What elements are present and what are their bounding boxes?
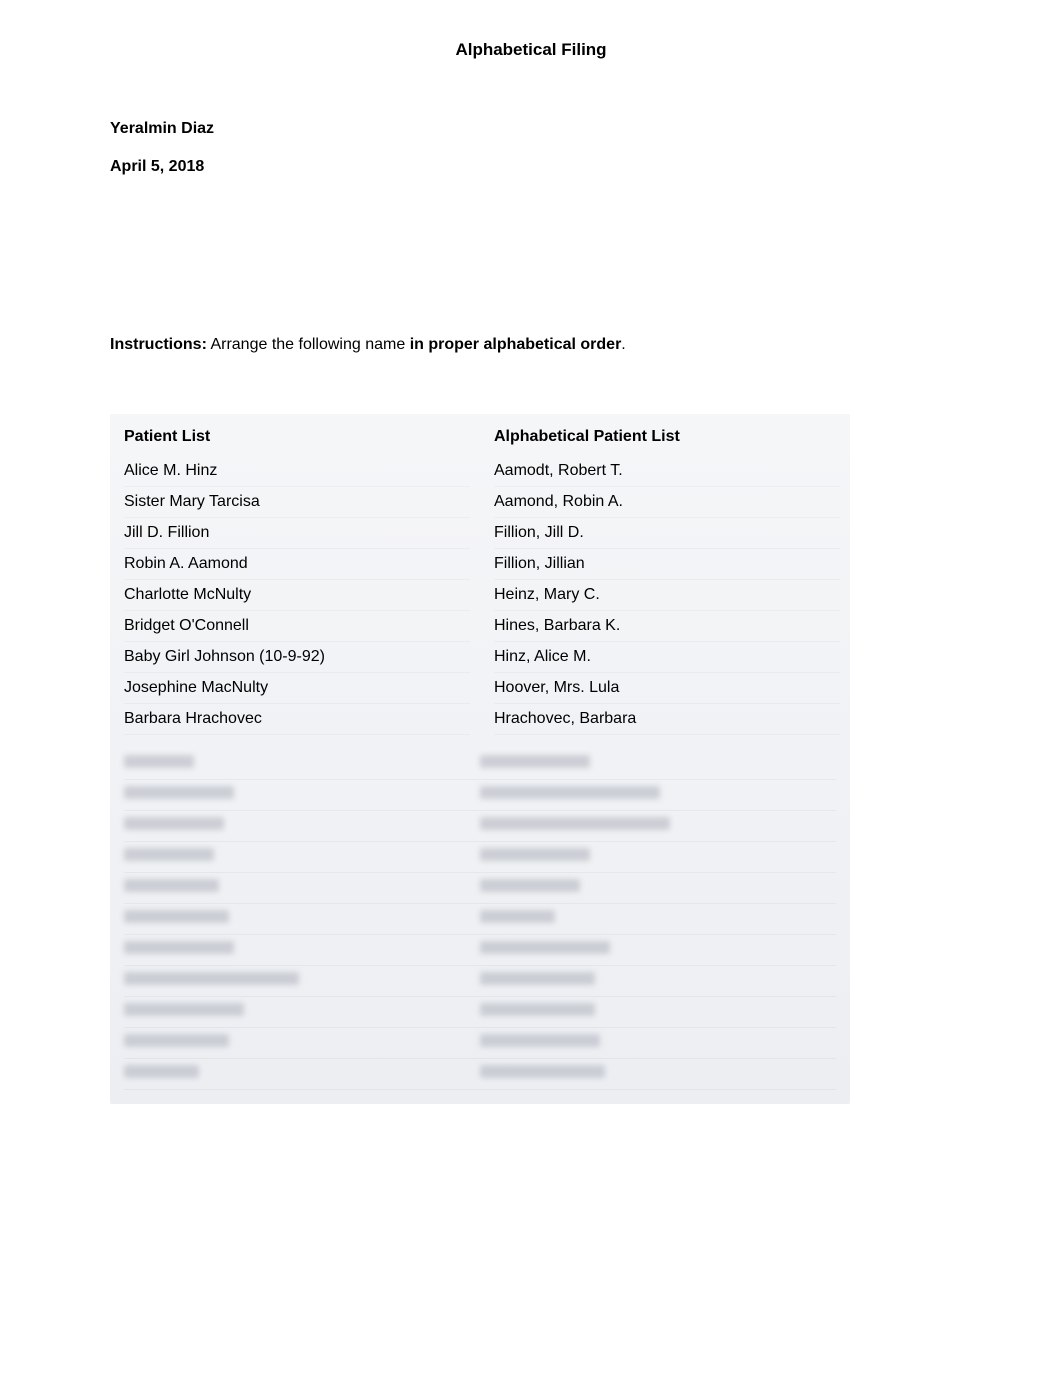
list-item: Heinz, Mary C. xyxy=(494,580,840,611)
blurred-row xyxy=(124,1028,836,1059)
blurred-cell xyxy=(124,941,480,959)
blurred-cell xyxy=(480,817,836,835)
list-item: Fillion, Jill D. xyxy=(494,518,840,549)
blurred-text xyxy=(124,848,214,861)
blurred-text xyxy=(124,817,224,830)
alphabetical-list-header: Alphabetical Patient List xyxy=(494,428,840,456)
instructions-suffix: . xyxy=(621,336,625,353)
blurred-text xyxy=(124,941,234,954)
patient-list-column: Patient List Alice M. Hinz Sister Mary T… xyxy=(110,414,480,749)
patient-table: Patient List Alice M. Hinz Sister Mary T… xyxy=(110,414,850,1104)
list-item: Alice M. Hinz xyxy=(124,456,470,487)
blurred-text xyxy=(480,972,595,985)
blurred-cell xyxy=(480,755,836,773)
list-item: Sister Mary Tarcisa xyxy=(124,487,470,518)
blurred-cell xyxy=(480,941,836,959)
blurred-cell xyxy=(480,972,836,990)
blurred-cell xyxy=(480,1003,836,1021)
blurred-row xyxy=(124,966,836,997)
instructions-body: Arrange the following name xyxy=(207,336,410,353)
blurred-cell xyxy=(124,1065,480,1083)
list-item: Aamodt, Robert T. xyxy=(494,456,840,487)
list-item: Fillion, Jillian xyxy=(494,549,840,580)
blurred-cell xyxy=(480,879,836,897)
list-item: Robin A. Aamond xyxy=(124,549,470,580)
blurred-row xyxy=(124,873,836,904)
blurred-cell xyxy=(124,786,480,804)
blurred-text xyxy=(124,1034,229,1047)
list-item: Hinz, Alice M. xyxy=(494,642,840,673)
blurred-row xyxy=(124,997,836,1028)
blurred-text xyxy=(124,1003,244,1016)
blurred-text xyxy=(480,1034,600,1047)
blurred-cell xyxy=(124,848,480,866)
blurred-text xyxy=(124,755,194,768)
blurred-text xyxy=(480,786,660,799)
instructions-label: Instructions: xyxy=(110,336,207,353)
blurred-text xyxy=(124,879,219,892)
blurred-cell xyxy=(480,848,836,866)
blurred-cell xyxy=(124,1034,480,1052)
blurred-text xyxy=(480,1065,605,1078)
blurred-cell xyxy=(124,972,480,990)
blurred-text xyxy=(480,879,580,892)
blurred-text xyxy=(124,972,299,985)
blurred-content xyxy=(110,749,850,1104)
blurred-row xyxy=(124,842,836,873)
blurred-row xyxy=(124,811,836,842)
blurred-cell xyxy=(480,1034,836,1052)
blurred-text xyxy=(124,910,229,923)
blurred-text xyxy=(124,786,234,799)
blurred-cell xyxy=(124,755,480,773)
list-item: Jill D. Fillion xyxy=(124,518,470,549)
blurred-cell xyxy=(124,817,480,835)
blurred-row xyxy=(124,1059,836,1090)
patient-list-header: Patient List xyxy=(124,428,470,456)
list-item: Charlotte McNulty xyxy=(124,580,470,611)
list-item: Aamond, Robin A. xyxy=(494,487,840,518)
list-item: Barbara Hrachovec xyxy=(124,704,470,735)
blurred-cell xyxy=(480,786,836,804)
blurred-cell xyxy=(124,879,480,897)
blurred-text xyxy=(124,1065,199,1078)
alphabetical-list-column: Alphabetical Patient List Aamodt, Robert… xyxy=(480,414,850,749)
blurred-cell xyxy=(480,1065,836,1083)
instructions-text: Instructions: Arrange the following name… xyxy=(110,336,952,354)
list-item: Hines, Barbara K. xyxy=(494,611,840,642)
list-item: Hoover, Mrs. Lula xyxy=(494,673,840,704)
blurred-text xyxy=(480,817,670,830)
blurred-cell xyxy=(124,910,480,928)
list-item: Josephine MacNulty xyxy=(124,673,470,704)
author-name: Yeralmin Diaz xyxy=(110,120,952,138)
blurred-cell xyxy=(124,1003,480,1021)
blurred-text xyxy=(480,941,610,954)
blurred-text xyxy=(480,1003,595,1016)
list-item: Hrachovec, Barbara xyxy=(494,704,840,735)
blurred-row xyxy=(124,904,836,935)
blurred-cell xyxy=(480,910,836,928)
blurred-row xyxy=(124,780,836,811)
blurred-row xyxy=(124,749,836,780)
document-date: April 5, 2018 xyxy=(110,158,952,176)
blurred-row xyxy=(124,935,836,966)
blurred-text xyxy=(480,755,590,768)
blurred-text xyxy=(480,910,555,923)
instructions-emphasis: in proper alphabetical order xyxy=(410,336,622,353)
list-item: Baby Girl Johnson (10-9-92) xyxy=(124,642,470,673)
page-title: Alphabetical Filing xyxy=(110,40,952,60)
list-item: Bridget O'Connell xyxy=(124,611,470,642)
blurred-text xyxy=(480,848,590,861)
